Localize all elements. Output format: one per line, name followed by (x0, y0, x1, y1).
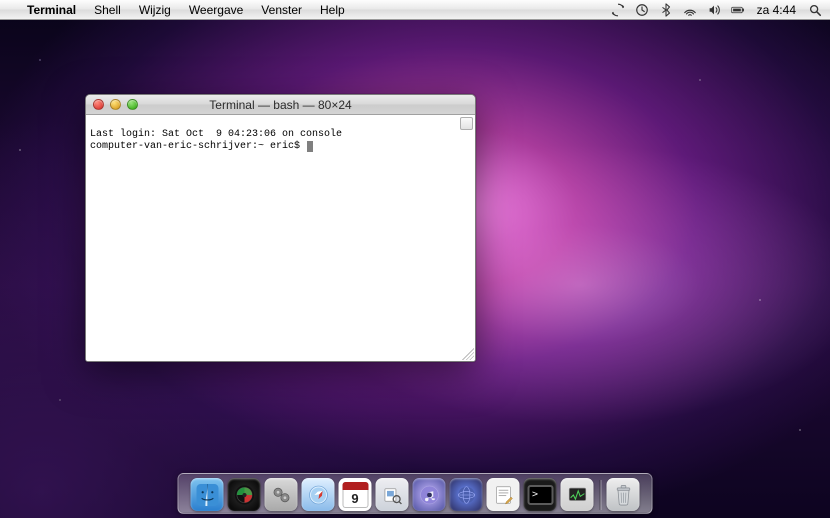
dock-item-trash[interactable] (607, 478, 640, 511)
dock-item-system-preferences[interactable] (265, 478, 298, 511)
dock-item-preview[interactable] (376, 478, 409, 511)
dock-item-network-utility[interactable] (450, 478, 483, 511)
battery-icon[interactable] (731, 3, 745, 17)
dock-item-dashboard[interactable] (228, 478, 261, 511)
window-titlebar[interactable]: Terminal — bash — 80×24 (86, 95, 475, 115)
window-zoom-button[interactable] (127, 99, 138, 110)
dock-item-ical[interactable]: 9 (339, 478, 372, 511)
dock-item-textedit[interactable] (487, 478, 520, 511)
menu-window[interactable]: Venster (252, 3, 311, 17)
terminal-cursor (307, 141, 313, 152)
dock-item-finder[interactable] (191, 478, 224, 511)
time-machine-icon[interactable] (635, 3, 649, 17)
terminal-line-lastlogin: Last login: Sat Oct 9 04:23:06 on consol… (90, 129, 471, 141)
terminal-window[interactable]: Terminal — bash — 80×24 Last login: Sat … (85, 94, 476, 362)
dock: 9 (178, 473, 653, 514)
dock-separator (600, 480, 601, 510)
bluetooth-icon[interactable] (659, 3, 673, 17)
window-minimize-button[interactable] (110, 99, 121, 110)
dock-item-itunes[interactable] (413, 478, 446, 511)
ical-day-number: 9 (342, 490, 368, 508)
window-close-button[interactable] (93, 99, 104, 110)
volume-icon[interactable] (707, 3, 721, 17)
menubar: Terminal Shell Wijzig Weergave Venster H… (0, 0, 830, 20)
window-resize-grip[interactable] (462, 348, 474, 360)
menu-edit[interactable]: Wijzig (130, 3, 180, 17)
dock-item-activity-monitor[interactable] (561, 478, 594, 511)
menu-help[interactable]: Help (311, 3, 354, 17)
terminal-prompt: computer-van-eric-schrijver:~ eric$ (90, 141, 306, 152)
menubar-clock[interactable]: za 4:44 (755, 3, 798, 17)
airport-icon[interactable] (683, 3, 697, 17)
sync-icon[interactable] (611, 3, 625, 17)
menu-view[interactable]: Weergave (180, 3, 252, 17)
terminal-content[interactable]: Last login: Sat Oct 9 04:23:06 on consol… (86, 115, 475, 361)
scrollbar-up-button[interactable] (460, 117, 473, 130)
app-menu[interactable]: Terminal (18, 3, 85, 17)
window-title: Terminal — bash — 80×24 (209, 98, 351, 112)
spotlight-icon[interactable] (808, 3, 822, 17)
dock-item-terminal[interactable] (524, 478, 557, 511)
dock-item-safari[interactable] (302, 478, 335, 511)
menu-shell[interactable]: Shell (85, 3, 130, 17)
